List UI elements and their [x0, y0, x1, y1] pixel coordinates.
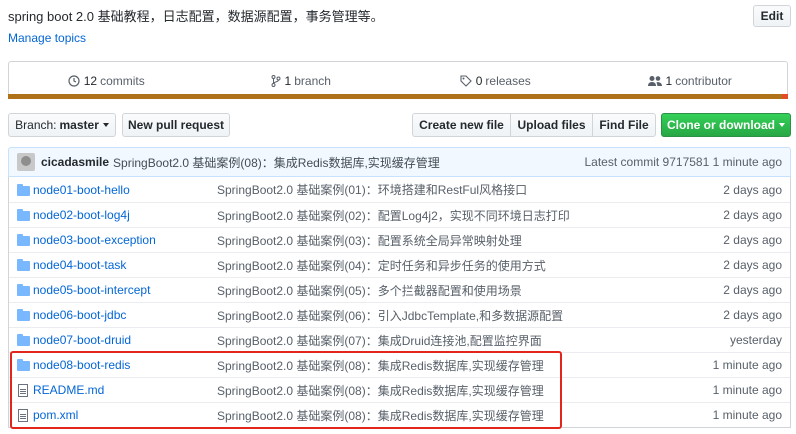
file-row: node01-boot-hello SpringBoot2.0 基础案例(01)：…: [9, 177, 790, 202]
file-commit-message[interactable]: SpringBoot2.0 基础案例(08)：集成Redis数据库,实现缓存管理: [217, 382, 544, 399]
file-name-link[interactable]: README.md: [33, 383, 104, 397]
people-icon: [647, 75, 662, 86]
dropdown-caret-icon: [779, 123, 785, 127]
folder-icon: [16, 359, 30, 371]
commit-time: 1 minute ago: [712, 155, 782, 169]
file-age: 2 days ago: [723, 233, 782, 247]
git-branch-icon: [271, 74, 281, 87]
file-icon: [18, 408, 28, 422]
file-age: 2 days ago: [723, 182, 782, 197]
commit-hash[interactable]: 9717581: [663, 155, 710, 169]
folder-icon: [16, 309, 30, 321]
file-row: node08-boot-redis SpringBoot2.0 基础案例(08)：…: [9, 352, 790, 377]
folder-icon: [16, 284, 30, 296]
file-name-link[interactable]: node04-boot-task: [33, 258, 126, 272]
file-commit-message[interactable]: SpringBoot2.0 基础案例(07)：集成Druid连接池,配置监控界面: [217, 332, 542, 349]
releases-count: 0: [475, 73, 483, 88]
file-commit-message[interactable]: SpringBoot2.0 基础案例(02)：配置Log4j2，实现不同环境日志…: [217, 207, 570, 224]
repo-description: spring boot 2.0 基础教程，日志配置，数据源配置，事务管理等。: [8, 9, 384, 24]
commit-author[interactable]: cicadasmile: [41, 155, 109, 169]
edit-description-button[interactable]: Edit: [753, 5, 791, 27]
file-commit-message[interactable]: SpringBoot2.0 基础案例(08)：集成Redis数据库,实现缓存管理: [217, 357, 544, 374]
upload-files-button[interactable]: Upload files: [510, 113, 593, 137]
file-age: yesterday: [729, 333, 782, 347]
file-commit-message[interactable]: SpringBoot2.0 基础案例(05)：多个拦截器配置和使用场景: [217, 282, 522, 299]
file-name-link[interactable]: node05-boot-intercept: [33, 283, 150, 297]
file-row: node02-boot-log4j SpringBoot2.0 基础案例(02)：…: [9, 202, 790, 227]
file-name-link[interactable]: node02-boot-log4j: [33, 208, 130, 222]
file-age: 2 days ago: [723, 208, 782, 222]
file-age: 2 days ago: [723, 283, 782, 297]
releases-label: releases: [485, 73, 531, 88]
new-pull-request-button[interactable]: New pull request: [122, 113, 230, 137]
file-commit-message[interactable]: SpringBoot2.0 基础案例(01)：环境搭建和RestFul风格接口: [217, 181, 527, 198]
file-age: 1 minute ago: [712, 383, 782, 397]
dropdown-caret-icon: [102, 123, 109, 127]
file-name-link[interactable]: node01-boot-hello: [33, 183, 130, 197]
file-row: README.md SpringBoot2.0 基础案例(08)：集成Redis数…: [9, 377, 790, 402]
avatar[interactable]: [17, 153, 35, 171]
commit-message[interactable]: SpringBoot2.0 基础案例(08)：集成Redis数据库,实现缓存管理: [113, 154, 440, 171]
clone-label: Clone or download: [667, 118, 775, 132]
file-row: node05-boot-intercept SpringBoot2.0 基础案例(…: [9, 277, 790, 302]
manage-topics-link[interactable]: Manage topics: [8, 31, 86, 45]
folder-icon: [16, 234, 30, 246]
file-row: node04-boot-task SpringBoot2.0 基础案例(04)：定…: [9, 252, 790, 277]
latest-commit-info: Latest commit 9717581 1 minute ago: [585, 155, 783, 169]
latest-commit-bar: cicadasmile SpringBoot2.0 基础案例(08)：集成Red…: [8, 147, 791, 177]
folder-icon: [16, 183, 30, 196]
clone-or-download-button[interactable]: Clone or download: [661, 113, 791, 137]
commits-count: 12: [83, 73, 98, 88]
language-bar-segment[interactable]: [782, 94, 788, 99]
file-age: 2 days ago: [723, 308, 782, 322]
file-commit-message[interactable]: SpringBoot2.0 基础案例(08)：集成Redis数据库,实现缓存管理: [217, 407, 544, 424]
create-new-file-button[interactable]: Create new file: [412, 113, 511, 137]
branch-count: 1: [284, 73, 292, 88]
file-row: node06-boot-jdbc SpringBoot2.0 基础案例(06)：引…: [9, 302, 790, 327]
file-name-link[interactable]: node03-boot-exception: [33, 233, 156, 247]
folder-icon: [16, 209, 30, 221]
branch-name: master: [59, 118, 99, 132]
folder-icon: [16, 259, 30, 271]
tag-icon: [460, 74, 472, 87]
contributor-count: 1: [665, 73, 673, 88]
file-age: 1 minute ago: [712, 358, 782, 372]
file-age: 1 minute ago: [712, 408, 782, 422]
latest-commit-label: Latest commit: [584, 155, 660, 169]
file-list: node01-boot-hello SpringBoot2.0 基础案例(01)：…: [8, 177, 791, 428]
branch-select-button[interactable]: Branch: master: [8, 113, 116, 137]
file-commit-message[interactable]: SpringBoot2.0 基础案例(03)：配置系统全局异常映射处理: [217, 232, 522, 249]
branch-label: branch: [294, 73, 331, 88]
history-icon: [68, 74, 80, 87]
file-row: node03-boot-exception SpringBoot2.0 基础案例(…: [9, 227, 790, 252]
branch-prefix: Branch:: [15, 118, 57, 132]
file-commit-message[interactable]: SpringBoot2.0 基础案例(06)：引入JdbcTemplate,和多…: [217, 307, 563, 324]
file-commit-message[interactable]: SpringBoot2.0 基础案例(04)：定时任务和异步任务的使用方式: [217, 257, 546, 274]
file-name-link[interactable]: pom.xml: [33, 408, 78, 422]
file-age: 2 days ago: [723, 258, 782, 272]
file-name-link[interactable]: node07-boot-druid: [33, 333, 131, 347]
folder-icon: [16, 334, 30, 346]
language-bar[interactable]: [8, 94, 788, 99]
contributor-label: contributor: [675, 73, 732, 88]
file-icon: [18, 383, 28, 397]
file-row: node07-boot-druid SpringBoot2.0 基础案例(07)：…: [9, 327, 790, 352]
file-name-link[interactable]: node06-boot-jdbc: [33, 308, 126, 322]
file-name-link[interactable]: node08-boot-redis: [33, 358, 130, 372]
find-file-button[interactable]: Find File: [592, 113, 656, 137]
commits-label: commits: [100, 73, 145, 88]
file-row: pom.xml SpringBoot2.0 基础案例(08)：集成Redis数据库…: [9, 402, 790, 427]
